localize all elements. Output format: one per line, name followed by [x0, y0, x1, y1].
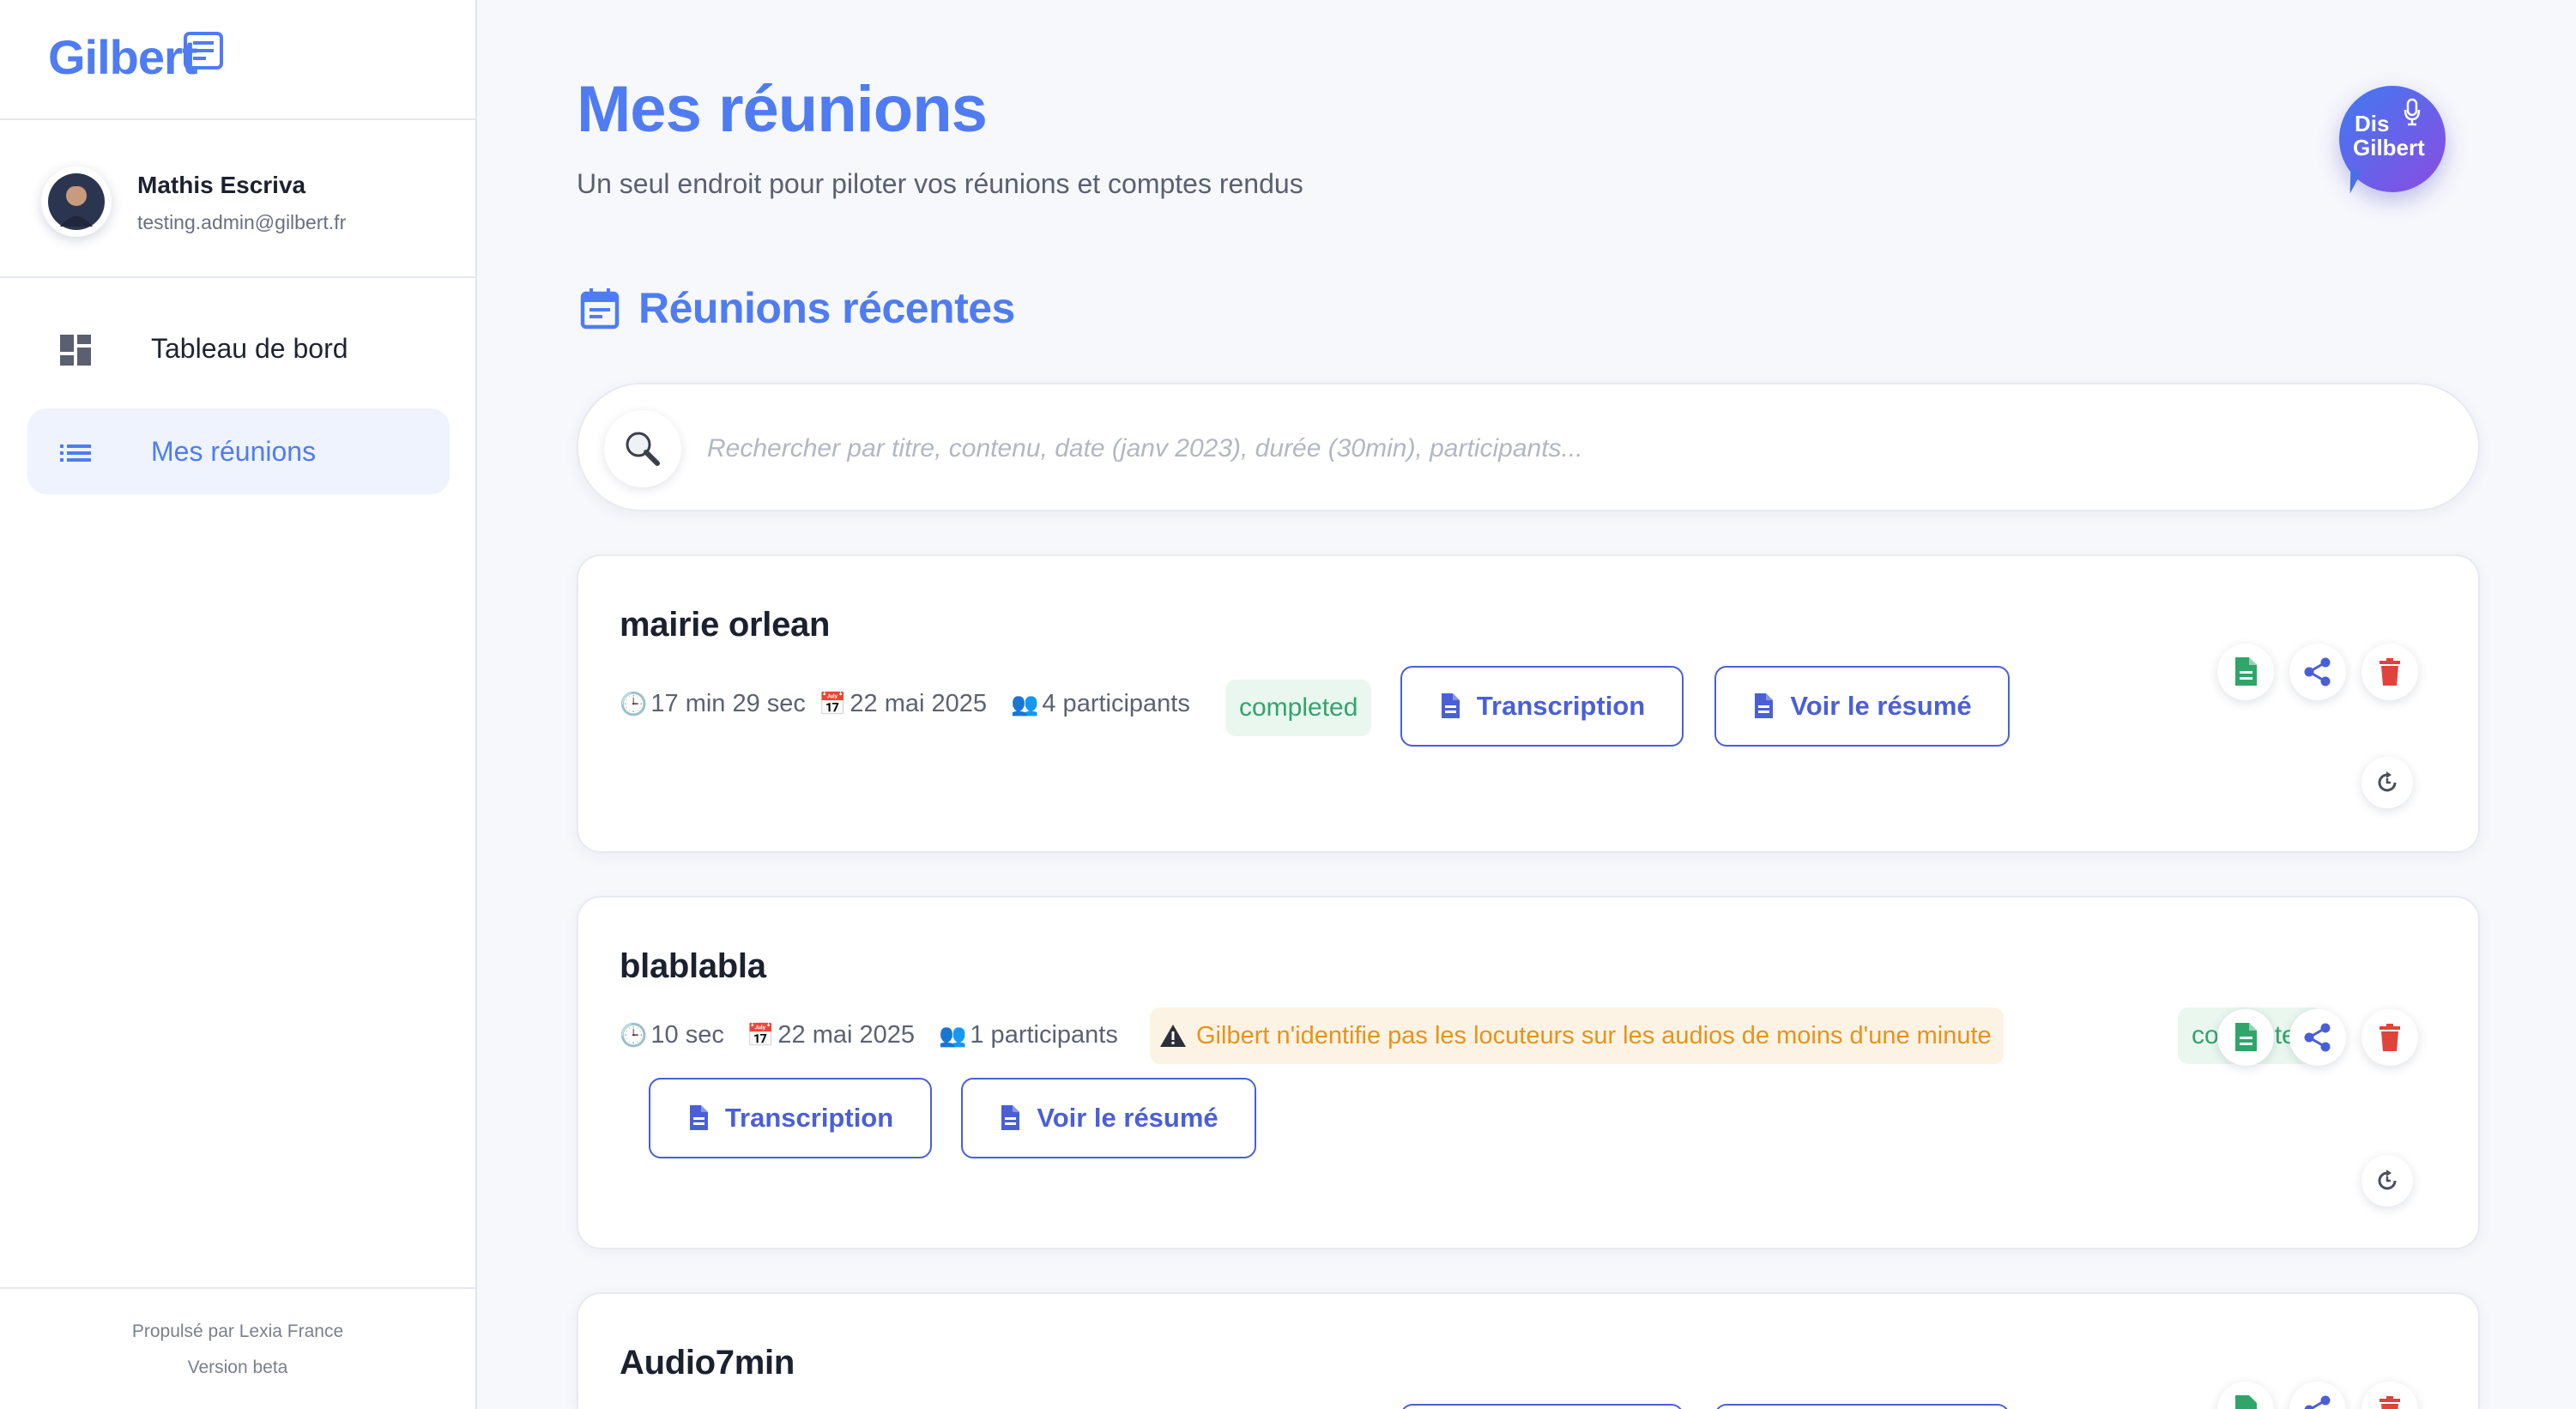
summary-label: Voir le résumé: [1037, 1103, 1218, 1133]
version-text: Version beta: [187, 1358, 288, 1377]
page-title: Mes réunions: [577, 73, 988, 146]
meeting-title: blablabla: [620, 947, 766, 985]
regenerate-button[interactable]: [2361, 1155, 2413, 1206]
gilbert-logo[interactable]: Gilbert: [48, 29, 197, 85]
summary-button[interactable]: Voir le résumé: [961, 1078, 1256, 1158]
meeting-card[interactable]: Audio7min: [577, 1292, 2480, 1409]
meeting-duration: 🕒 17 min 29 sec: [620, 690, 806, 718]
green-document-icon: [2235, 657, 2257, 686]
export-document-button[interactable]: [2217, 1382, 2274, 1409]
participants-icon: 👥: [939, 1022, 967, 1048]
share-icon: [2304, 1023, 2331, 1052]
calendar-emoji-icon: 📅: [819, 691, 847, 717]
duration-text: 10 sec: [650, 1021, 724, 1049]
meeting-title: Audio7min: [620, 1344, 795, 1382]
dashboard-icon: [60, 335, 91, 366]
section-header: Réunions récentes: [580, 283, 1015, 333]
calendar-emoji-icon: 📅: [747, 1022, 775, 1048]
document-icon: [689, 1105, 708, 1130]
green-document-icon: [2235, 1023, 2257, 1051]
duration-text: 17 min 29 sec: [650, 690, 806, 717]
logo-bubble-icon: [184, 32, 223, 70]
summary-button[interactable]: Voir le résumé: [1714, 666, 2010, 747]
meeting-card[interactable]: mairie orlean 🕒 17 min 29 sec 📅 22 mai 2…: [577, 554, 2480, 853]
export-document-button[interactable]: [2217, 644, 2274, 700]
sidebar: Gilbert Mathis Escriva testing.admin@gil…: [0, 0, 477, 1409]
delete-button[interactable]: [2361, 644, 2418, 700]
search-icon: [626, 432, 660, 466]
calendar-icon: [580, 288, 620, 330]
avatar[interactable]: [41, 166, 112, 237]
main-content: Mes réunions Un seul endroit pour pilote…: [479, 0, 2576, 1409]
nav-label-meetings: Mes réunions: [151, 435, 317, 467]
share-button[interactable]: [2289, 1382, 2346, 1409]
meeting-participants: 👥 4 participants: [1011, 690, 1190, 718]
document-icon: [1441, 693, 1460, 718]
date-text: 22 mai 2025: [777, 1021, 915, 1049]
participants-icon: 👥: [1011, 691, 1039, 717]
meeting-title: mairie orlean: [620, 606, 831, 644]
delete-button[interactable]: [2361, 1382, 2418, 1409]
green-document-icon: [2235, 1395, 2257, 1409]
export-document-button[interactable]: [2217, 1009, 2274, 1066]
meeting-participants: 👥 1 participants: [939, 1021, 1118, 1049]
share-icon: [2304, 657, 2331, 686]
refresh-icon: [2378, 771, 2397, 792]
transcription-button[interactable]: Transcription: [1400, 666, 1684, 747]
speech-tail: [2339, 166, 2361, 194]
section-title: Réunions récentes: [638, 284, 1015, 332]
meeting-card[interactable]: blablabla 🕒 10 sec 📅 22 mai 2025 👥 1 par…: [577, 896, 2480, 1249]
document-icon: [1755, 693, 1774, 718]
dis-gilbert-button[interactable]: Dis Gilbert: [2339, 86, 2446, 194]
meeting-duration: 🕒 10 sec: [620, 1021, 724, 1049]
transcription-button[interactable]: Transcription: [649, 1078, 932, 1158]
transcription-label: Transcription: [724, 1103, 894, 1133]
clock-icon: 🕒: [620, 1022, 648, 1048]
share-button[interactable]: [2289, 1009, 2346, 1066]
page-subtitle: Un seul endroit pour piloter vos réunion…: [577, 168, 1303, 199]
trash-icon: [2379, 1396, 2400, 1409]
warning-icon: [1160, 1025, 1186, 1047]
nav-item-dashboard[interactable]: Tableau de bord: [27, 305, 450, 391]
list-icon: [60, 444, 91, 462]
user-email: testing.admin@gilbert.fr: [137, 211, 347, 233]
search-button[interactable]: [604, 410, 681, 487]
transcription-button[interactable]: [1400, 1404, 1684, 1409]
share-icon: [2304, 1395, 2331, 1409]
transcription-label: Transcription: [1476, 691, 1646, 721]
regenerate-button[interactable]: [2361, 757, 2413, 808]
share-button[interactable]: [2289, 644, 2346, 700]
participants-text: 1 participants: [970, 1021, 1118, 1049]
warning-text: Gilbert n'identifie pas les locuteurs su…: [1196, 1021, 1992, 1049]
user-name: Mathis Escriva: [137, 172, 306, 198]
assistant-label-line2: Gilbert: [2353, 135, 2425, 160]
meeting-date: 📅 22 mai 2025: [819, 690, 987, 718]
logo-area: Gilbert: [0, 0, 475, 120]
search-bar: [577, 383, 2480, 511]
trash-icon: [2379, 1024, 2400, 1051]
refresh-icon: [2378, 1170, 2397, 1190]
participants-text: 4 participants: [1042, 690, 1190, 717]
status-badge: completed: [1225, 680, 1372, 736]
document-icon: [1001, 1105, 1020, 1130]
nav-item-meetings[interactable]: Mes réunions: [27, 408, 450, 494]
summary-label: Voir le résumé: [1790, 691, 1972, 721]
nav-label-dashboard: Tableau de bord: [151, 332, 348, 364]
meeting-date: 📅 22 mai 2025: [747, 1021, 915, 1049]
summary-button[interactable]: [1714, 1404, 2010, 1409]
microphone-icon: [2404, 98, 2421, 126]
user-profile: Mathis Escriva testing.admin@gilbert.fr: [0, 120, 475, 278]
sidebar-footer: Propulsé par Lexia France Version beta: [0, 1287, 475, 1409]
main-nav: Tableau de bord Mes réunions: [27, 305, 450, 511]
delete-button[interactable]: [2361, 1009, 2418, 1066]
assistant-label-line1: Dis: [2355, 111, 2390, 136]
date-text: 22 mai 2025: [850, 690, 987, 717]
avatar-image: [48, 173, 105, 230]
powered-by-text: Propulsé par Lexia France: [131, 1321, 344, 1341]
trash-icon: [2379, 658, 2400, 686]
search-input[interactable]: [707, 419, 2337, 479]
warning-badge: Gilbert n'identifie pas les locuteurs su…: [1150, 1007, 2004, 1064]
clock-icon: 🕒: [620, 691, 648, 717]
